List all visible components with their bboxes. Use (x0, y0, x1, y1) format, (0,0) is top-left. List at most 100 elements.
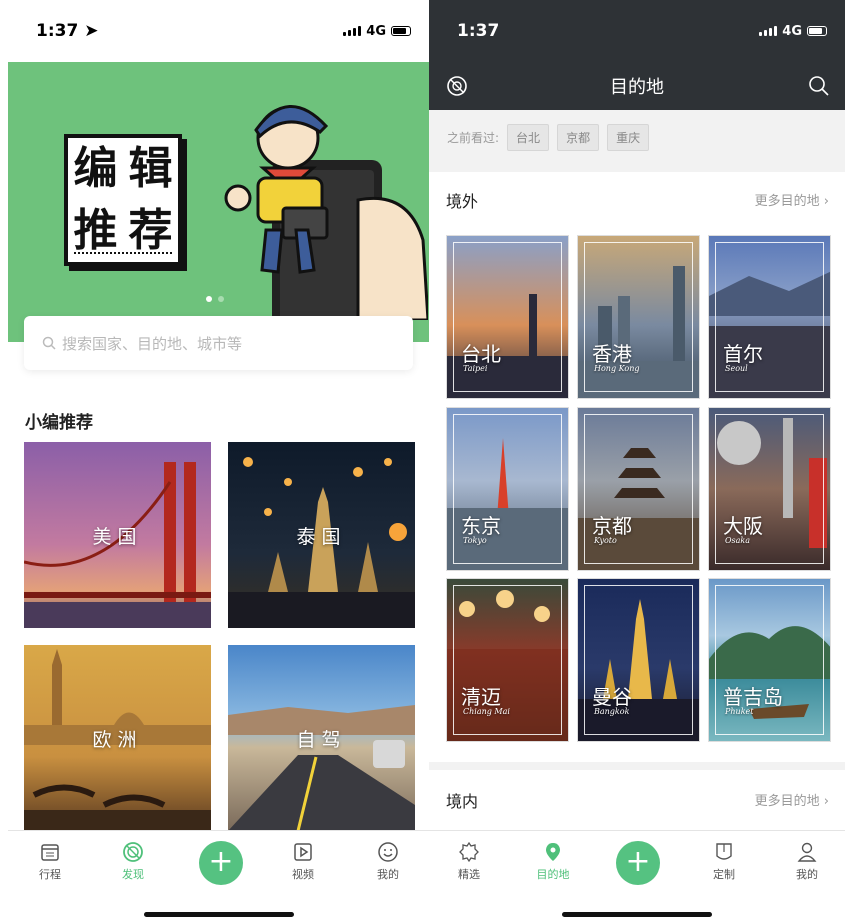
tab-label: 行程 (39, 868, 61, 881)
city-card-bangkok[interactable]: 曼谷 Bangkok (577, 578, 700, 742)
home-indicator[interactable] (562, 912, 712, 917)
city-card-seoul[interactable]: 首尔 Seoul (708, 235, 831, 399)
status-time: 1:37 (457, 21, 500, 41)
add-button[interactable]: + (616, 841, 660, 885)
battery-icon (391, 26, 411, 36)
city-card-osaka[interactable]: 大阪 Osaka (708, 407, 831, 571)
page-dot-active (206, 296, 212, 302)
history-chip[interactable]: 台北 (507, 123, 550, 151)
domestic-section: 境内 更多目的地 › (429, 770, 845, 830)
status-indicators: 4G (759, 24, 827, 39)
city-name-en: Osaka (725, 536, 751, 545)
card-char: 荐 (128, 205, 173, 256)
smile-icon (378, 842, 398, 862)
discover-icon (123, 842, 143, 862)
city-name-en: Taipei (463, 364, 488, 373)
overseas-section: 境外 更多目的地 › 台北 Taipei 香港 Hong Kong 首尔 Seo… (429, 172, 845, 762)
city-name-en: Phuket (725, 707, 754, 716)
location-pin-icon (546, 843, 560, 861)
traveler-illustration (224, 105, 428, 320)
tab-label: 定制 (713, 868, 735, 881)
tab-label: 我的 (796, 868, 818, 881)
city-name: 清迈 (461, 685, 501, 709)
tab-video[interactable]: 视频 (273, 841, 333, 882)
more-destinations-link[interactable]: 更多目的地 › (755, 190, 829, 209)
tab-label: 发现 (122, 868, 144, 881)
signal-icon (759, 26, 778, 36)
card-char: 推 (73, 205, 118, 256)
plus-icon: + (625, 844, 651, 879)
city-card-hongkong[interactable]: 香港 Hong Kong (577, 235, 700, 399)
rec-card-europe[interactable]: 欧洲 (24, 645, 211, 831)
add-button[interactable]: + (199, 841, 243, 885)
search-input[interactable]: 搜索国家、目的地、城市等 (24, 316, 413, 370)
discover-screen: 1:37 ➤ 4G 编 辑 推 荐 搜索国家、目的地、城市等 小编推荐 美国 泰… (8, 0, 429, 922)
city-name: 大阪 (723, 514, 763, 538)
tab-featured[interactable]: 精选 (439, 841, 499, 882)
status-bar: 1:37 ➤ 4G (8, 0, 429, 62)
section-title: 境外 (446, 192, 479, 211)
rec-card-usa[interactable]: 美国 (24, 442, 211, 628)
history-chip[interactable]: 重庆 (607, 123, 650, 151)
city-name-en: Bangkok (594, 707, 630, 716)
card-divider (74, 252, 172, 258)
city-name-en: Chiang Mai (463, 707, 510, 716)
city-name-en: Kyoto (594, 536, 617, 545)
history-chip[interactable]: 京都 (557, 123, 600, 151)
search-icon[interactable] (807, 74, 831, 98)
rec-label: 美国 (92, 525, 143, 548)
network-label: 4G (782, 23, 802, 39)
tab-mine[interactable]: 我的 (358, 841, 418, 882)
tab-label: 我的 (377, 868, 399, 881)
history-label: 之前看过: (447, 130, 500, 145)
tab-label: 精选 (458, 868, 480, 881)
rec-card-roadtrip[interactable]: 自驾 (228, 645, 415, 831)
city-name-en: Seoul (725, 364, 748, 373)
section-title: 境内 (446, 792, 479, 811)
search-icon (42, 336, 56, 350)
city-name: 首尔 (723, 342, 763, 366)
city-card-tokyo[interactable]: 东京 Tokyo (446, 407, 569, 571)
city-name: 京都 (592, 514, 632, 538)
city-name: 东京 (461, 514, 501, 538)
rec-label: 自驾 (296, 728, 347, 751)
city-name: 曼谷 (592, 685, 632, 709)
page-title: 目的地 (610, 77, 664, 98)
home-indicator[interactable] (144, 912, 294, 917)
city-card-taipei[interactable]: 台北 Taipei (446, 235, 569, 399)
city-name: 普吉岛 (723, 685, 783, 709)
tab-label: 目的地 (536, 868, 570, 881)
status-indicators: 4G (343, 24, 411, 39)
card-char: 编 (73, 143, 118, 194)
tab-discover[interactable]: 发现 (103, 841, 163, 882)
recently-viewed: 之前看过: 台北 京都 重庆 (429, 110, 845, 164)
scroll-icon (716, 843, 732, 860)
promo-banner[interactable]: 编 辑 推 荐 (8, 62, 429, 342)
city-card-kyoto[interactable]: 京都 Kyoto (577, 407, 700, 571)
network-label: 4G (366, 23, 386, 39)
badge-icon (459, 841, 479, 863)
banner-pagination[interactable] (206, 296, 224, 302)
status-time: 1:37 ➤ (36, 21, 99, 41)
rec-card-thailand[interactable]: 泰国 (228, 442, 415, 628)
city-name-en: Hong Kong (594, 364, 640, 373)
tab-mine[interactable]: 我的 (777, 841, 837, 882)
page-dot (218, 296, 224, 302)
city-card-phuket[interactable]: 普吉岛 Phuket (708, 578, 831, 742)
rec-label: 泰国 (296, 525, 347, 548)
city-card-chiangmai[interactable]: 清迈 Chiang Mai (446, 578, 569, 742)
tab-custom[interactable]: 定制 (694, 841, 754, 882)
video-icon (294, 843, 312, 861)
bottom-tab-bar: 行程 发现 + 视频 我的 (8, 830, 429, 922)
signal-icon (343, 26, 362, 36)
city-name: 香港 (592, 342, 632, 366)
plus-icon: + (208, 844, 234, 879)
tab-label: 视频 (292, 868, 314, 881)
tab-itinerary[interactable]: 行程 (20, 841, 80, 882)
nav-bar: 目的地 (429, 62, 845, 110)
tab-destination[interactable]: 目的地 (523, 841, 583, 882)
more-destinations-link[interactable]: 更多目的地 › (755, 790, 829, 809)
destination-screen: 1:37 4G 目的地 之前看过: 台北 京都 重庆 境外 更多目的地 › 台北… (429, 0, 845, 922)
battery-icon (807, 26, 827, 36)
search-placeholder: 搜索国家、目的地、城市等 (62, 334, 243, 353)
